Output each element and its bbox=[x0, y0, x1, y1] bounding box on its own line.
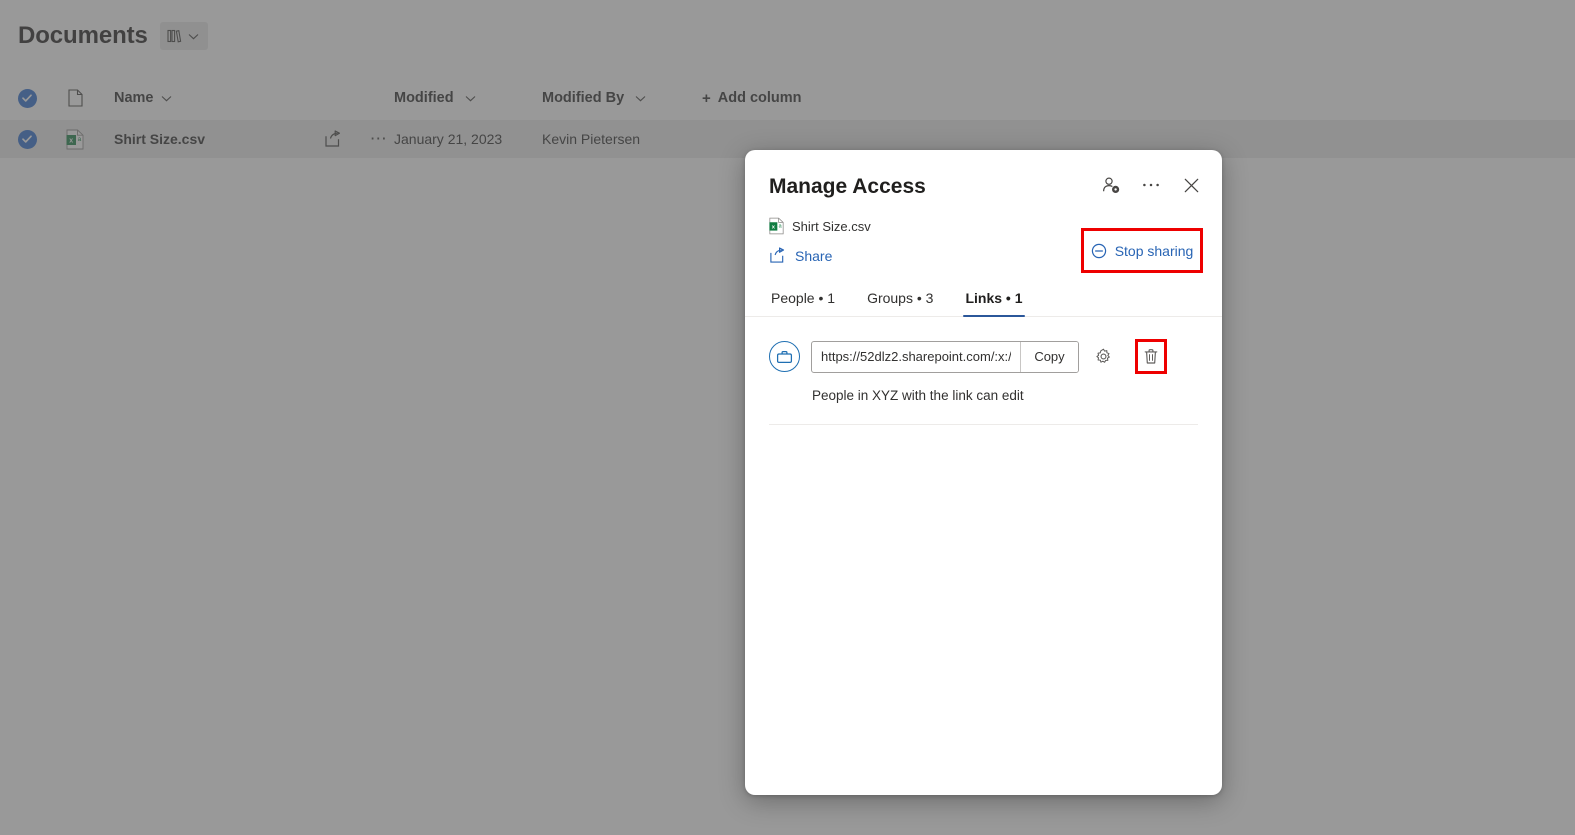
copy-link-button[interactable]: Copy bbox=[1020, 342, 1078, 372]
tab-groups[interactable]: Groups • 3 bbox=[865, 284, 935, 316]
stop-sharing-highlight: Stop sharing bbox=[1081, 228, 1203, 273]
svg-text:a: a bbox=[779, 223, 782, 229]
link-row: Copy bbox=[769, 339, 1198, 374]
link-url-input[interactable] bbox=[812, 342, 1020, 372]
dialog-header-actions bbox=[1100, 174, 1202, 196]
dialog-tabs: People • 1 Groups • 3 Links • 1 bbox=[745, 284, 1222, 317]
trash-icon bbox=[1143, 348, 1159, 365]
link-list-divider bbox=[769, 424, 1198, 425]
briefcase-icon bbox=[769, 341, 800, 372]
link-permission-description: People in XYZ with the link can edit bbox=[812, 388, 1198, 403]
tab-people[interactable]: People • 1 bbox=[769, 284, 837, 316]
share-icon bbox=[769, 247, 786, 264]
dialog-share-label: Share bbox=[795, 248, 832, 264]
minus-circle-icon bbox=[1091, 243, 1107, 259]
app-root: Documents bbox=[0, 0, 1575, 835]
delete-link-highlight bbox=[1135, 339, 1167, 374]
close-icon[interactable] bbox=[1180, 174, 1202, 196]
excel-csv-file-icon: x a bbox=[769, 217, 784, 235]
stop-sharing-button[interactable]: Stop sharing bbox=[1091, 243, 1194, 259]
add-people-icon[interactable] bbox=[1100, 174, 1122, 196]
gear-icon bbox=[1095, 348, 1112, 365]
dialog-file-name: Shirt Size.csv bbox=[792, 219, 871, 234]
stop-sharing-label: Stop sharing bbox=[1115, 243, 1194, 259]
link-settings-button[interactable] bbox=[1090, 344, 1116, 370]
links-panel: Copy bbox=[745, 317, 1222, 403]
tab-links[interactable]: Links • 1 bbox=[963, 284, 1024, 316]
dialog-more-options-icon[interactable] bbox=[1140, 174, 1162, 196]
delete-link-button[interactable] bbox=[1141, 347, 1161, 367]
link-url-box[interactable]: Copy bbox=[811, 341, 1079, 373]
